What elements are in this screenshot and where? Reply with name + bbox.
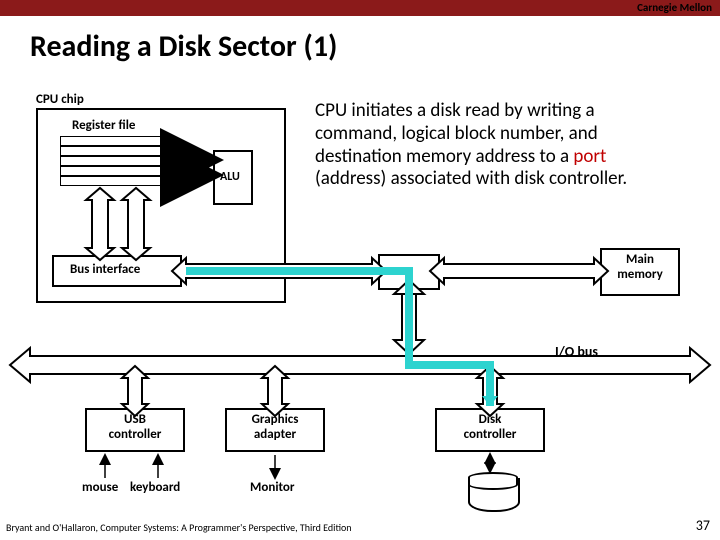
arrows-layer — [0, 0, 720, 540]
slide-number: 37 — [696, 517, 710, 534]
credit: Bryant and O'Hallaron, Computer Systems:… — [6, 521, 352, 534]
